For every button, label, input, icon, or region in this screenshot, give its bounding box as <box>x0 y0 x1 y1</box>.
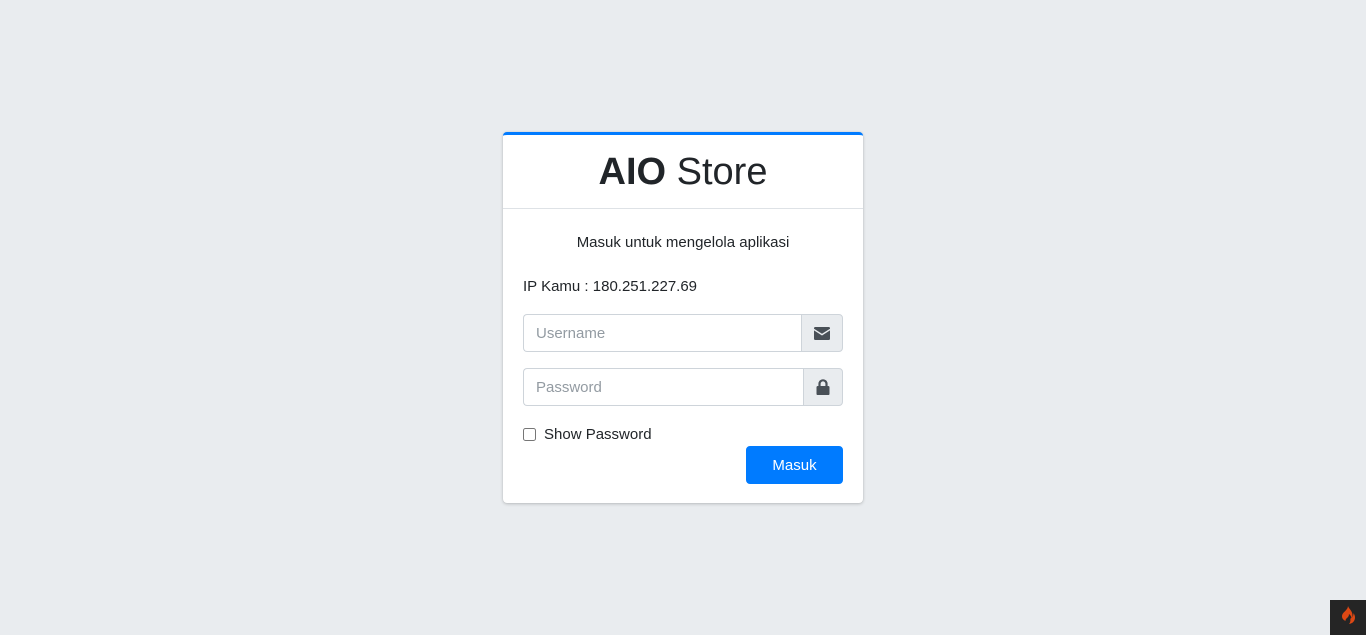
password-addon <box>803 368 843 406</box>
ip-address-text: IP Kamu : 180.251.227.69 <box>523 278 698 295</box>
lock-icon <box>816 379 830 395</box>
form-footer: Show Password Masuk <box>523 418 843 484</box>
password-group <box>523 368 843 406</box>
username-input[interactable] <box>523 314 801 352</box>
show-password-control[interactable]: Show Password <box>523 426 652 443</box>
card-header: AIO Store <box>503 135 863 209</box>
login-card: AIO Store Masuk untuk mengelola aplikasi… <box>503 132 863 503</box>
show-password-checkbox[interactable] <box>523 428 536 441</box>
username-group <box>523 314 843 352</box>
password-input[interactable] <box>523 368 803 406</box>
brand-bold: AIO <box>598 151 667 193</box>
login-submit-button[interactable]: Masuk <box>746 446 843 484</box>
debug-toolbar-toggle[interactable] <box>1330 600 1366 635</box>
login-message: Masuk untuk mengelola aplikasi <box>576 234 790 251</box>
brand-light: Store <box>676 151 768 193</box>
envelope-icon <box>814 326 830 340</box>
username-addon <box>801 314 843 352</box>
brand-logo-link[interactable]: AIO Store <box>599 149 768 194</box>
card-body: Masuk untuk mengelola aplikasi IP Kamu :… <box>503 209 863 484</box>
flame-icon <box>1340 606 1356 629</box>
show-password-label: Show Password <box>544 426 652 443</box>
